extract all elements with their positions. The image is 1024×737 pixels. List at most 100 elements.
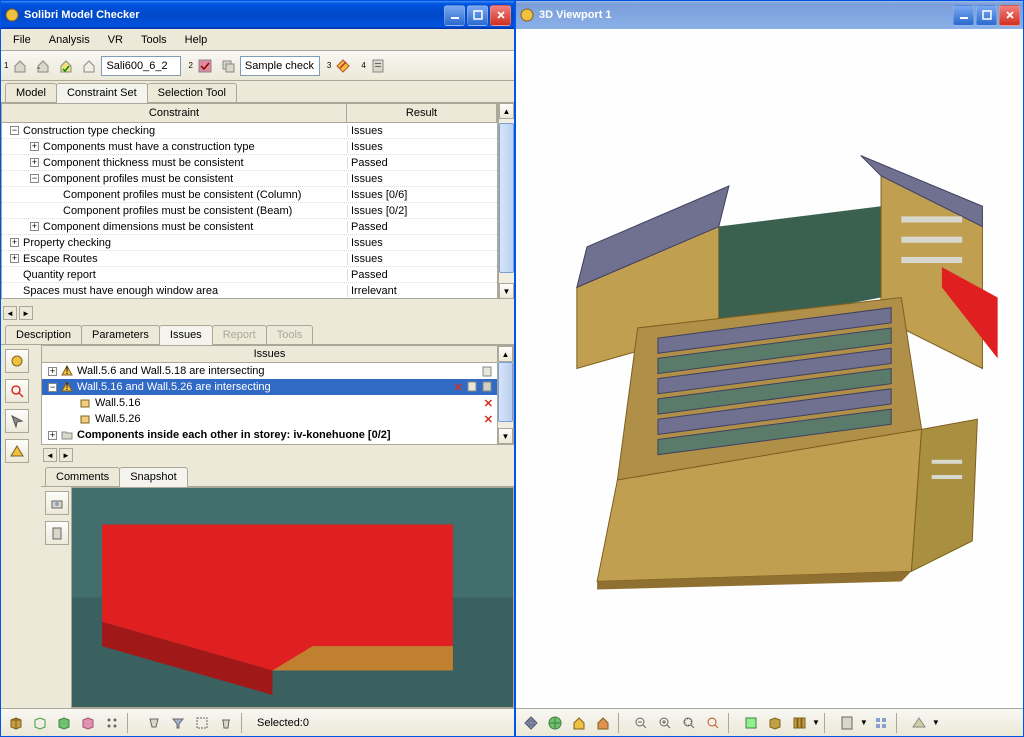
issue-row[interactable]: Wall.5.26✕	[42, 411, 497, 427]
issue-row[interactable]: +!Wall.5.6 and Wall.5.18 are intersectin…	[42, 363, 497, 379]
home-check-button[interactable]	[55, 55, 77, 77]
expander-icon[interactable]: +	[48, 367, 57, 376]
expander-icon[interactable]: +	[10, 254, 19, 263]
constraint-row[interactable]: −Construction type checkingIssues	[2, 123, 497, 139]
trash-icon[interactable]	[215, 712, 237, 734]
issue-row[interactable]: +Components inside each other in storey:…	[42, 427, 497, 443]
grid-icon[interactable]	[870, 712, 892, 734]
layers-icon[interactable]	[788, 712, 810, 734]
tab-snapshot[interactable]: Snapshot	[119, 467, 187, 487]
reject-icon[interactable]: ✕	[484, 413, 493, 426]
home3d-small-icon[interactable]	[592, 712, 614, 734]
expander-icon[interactable]: +	[30, 142, 39, 151]
col-result[interactable]: Result	[347, 104, 497, 122]
expander-icon[interactable]: −	[48, 383, 57, 392]
menu-help[interactable]: Help	[177, 32, 216, 48]
menu-vr[interactable]: VR	[100, 32, 131, 48]
report-button[interactable]	[367, 55, 389, 77]
tab-parameters[interactable]: Parameters	[81, 325, 160, 344]
tab-description[interactable]: Description	[5, 325, 82, 344]
clipboard-icon[interactable]	[45, 521, 69, 545]
tab-report[interactable]: Report	[212, 325, 267, 344]
run-check-button[interactable]	[332, 55, 354, 77]
tab-next-button[interactable]: ►	[19, 306, 33, 320]
maximize-button[interactable]	[976, 5, 997, 26]
zoom-icon[interactable]	[5, 379, 29, 403]
scroll-down-button[interactable]: ▼	[498, 428, 513, 444]
zoom-fit-icon[interactable]	[678, 712, 700, 734]
expander-icon[interactable]: +	[30, 158, 39, 167]
doc-icon[interactable]	[836, 712, 858, 734]
constraint-row[interactable]: Component profiles must be consistent (C…	[2, 187, 497, 203]
filter2-icon[interactable]	[167, 712, 189, 734]
expander-icon[interactable]: −	[10, 126, 19, 135]
globe-icon[interactable]	[544, 712, 566, 734]
constraint-row[interactable]: +Component thickness must be consistentP…	[2, 155, 497, 171]
issue-row[interactable]: Wall.5.16✕	[42, 395, 497, 411]
scroll-up-button[interactable]: ▲	[499, 103, 514, 119]
constraint-row[interactable]: Quantity reportPassed	[2, 267, 497, 283]
expander-icon[interactable]: +	[30, 222, 39, 231]
issue-row[interactable]: −!Wall.5.16 and Wall.5.26 are intersecti…	[42, 379, 497, 395]
cube-wire-icon[interactable]	[29, 712, 51, 734]
zoom-sel-icon[interactable]	[702, 712, 724, 734]
tab-selection-tool[interactable]: Selection Tool	[147, 83, 237, 102]
3d-viewport[interactable]	[516, 29, 1023, 708]
close-button[interactable]	[490, 5, 511, 26]
snap-prev-button[interactable]: ◄	[43, 448, 57, 462]
viewport-titlebar[interactable]: 3D Viewport 1	[516, 1, 1023, 29]
snapshot-view[interactable]	[71, 487, 514, 708]
col-constraint[interactable]: Constraint	[2, 104, 347, 122]
nav-icon[interactable]	[520, 712, 542, 734]
menu-tools[interactable]: Tools	[133, 32, 175, 48]
doc-icon[interactable]	[482, 366, 493, 377]
tab-model[interactable]: Model	[5, 83, 57, 102]
tab-issues[interactable]: Issues	[159, 325, 213, 345]
titlebar[interactable]: Solibri Model Checker	[1, 1, 514, 29]
snap-next-button[interactable]: ►	[59, 448, 73, 462]
close-button[interactable]	[999, 5, 1020, 26]
scroll-down-button[interactable]: ▼	[499, 283, 514, 299]
check-button[interactable]	[194, 55, 216, 77]
info-icon[interactable]	[908, 712, 930, 734]
model-name-input[interactable]	[101, 56, 181, 76]
constraint-scrollbar[interactable]: ▲ ▼	[498, 103, 514, 299]
constraint-row[interactable]: +Escape RoutesIssues	[2, 251, 497, 267]
constraint-row[interactable]: +Components must have a construction typ…	[2, 139, 497, 155]
home-clear-button[interactable]	[78, 55, 100, 77]
home3d-icon[interactable]	[568, 712, 590, 734]
copy-button[interactable]	[217, 55, 239, 77]
constraint-row[interactable]: Component profiles must be consistent (B…	[2, 203, 497, 219]
dots-icon[interactable]	[101, 712, 123, 734]
issues-scrollbar[interactable]: ▲ ▼	[497, 346, 513, 444]
expander-icon[interactable]: +	[10, 238, 19, 247]
constraint-row[interactable]: Spaces must have enough window areaIrrel…	[2, 283, 497, 298]
cube-pink-icon[interactable]	[77, 712, 99, 734]
doc2-icon[interactable]	[482, 381, 493, 394]
filter-icon[interactable]	[5, 349, 29, 373]
reject-icon[interactable]: ✕	[454, 381, 463, 394]
tab-prev-button[interactable]: ◄	[3, 306, 17, 320]
expander-icon[interactable]: +	[48, 431, 57, 440]
tab-constraint-set[interactable]: Constraint Set	[56, 83, 148, 103]
menu-file[interactable]: File	[5, 32, 39, 48]
camera-icon[interactable]	[45, 491, 69, 515]
trap-icon[interactable]	[143, 712, 165, 734]
expander-icon[interactable]: −	[30, 174, 39, 183]
constraint-row[interactable]: −Component profiles must be consistentIs…	[2, 171, 497, 187]
tab-tools[interactable]: Tools	[266, 325, 314, 344]
alert-icon[interactable]	[5, 439, 29, 463]
select-icon[interactable]	[191, 712, 213, 734]
reject-icon[interactable]: ✕	[484, 397, 493, 410]
minimize-button[interactable]	[444, 5, 465, 26]
maximize-button[interactable]	[467, 5, 488, 26]
scroll-up-button[interactable]: ▲	[498, 346, 513, 362]
constraint-row[interactable]: +Property checkingIssues	[2, 235, 497, 251]
minimize-button[interactable]	[953, 5, 974, 26]
home-button[interactable]	[9, 55, 31, 77]
zoom-in-icon[interactable]	[654, 712, 676, 734]
zoom-out-icon[interactable]	[630, 712, 652, 734]
persp-icon[interactable]	[764, 712, 786, 734]
constraint-row[interactable]: +Component dimensions must be consistent…	[2, 219, 497, 235]
menu-analysis[interactable]: Analysis	[41, 32, 98, 48]
